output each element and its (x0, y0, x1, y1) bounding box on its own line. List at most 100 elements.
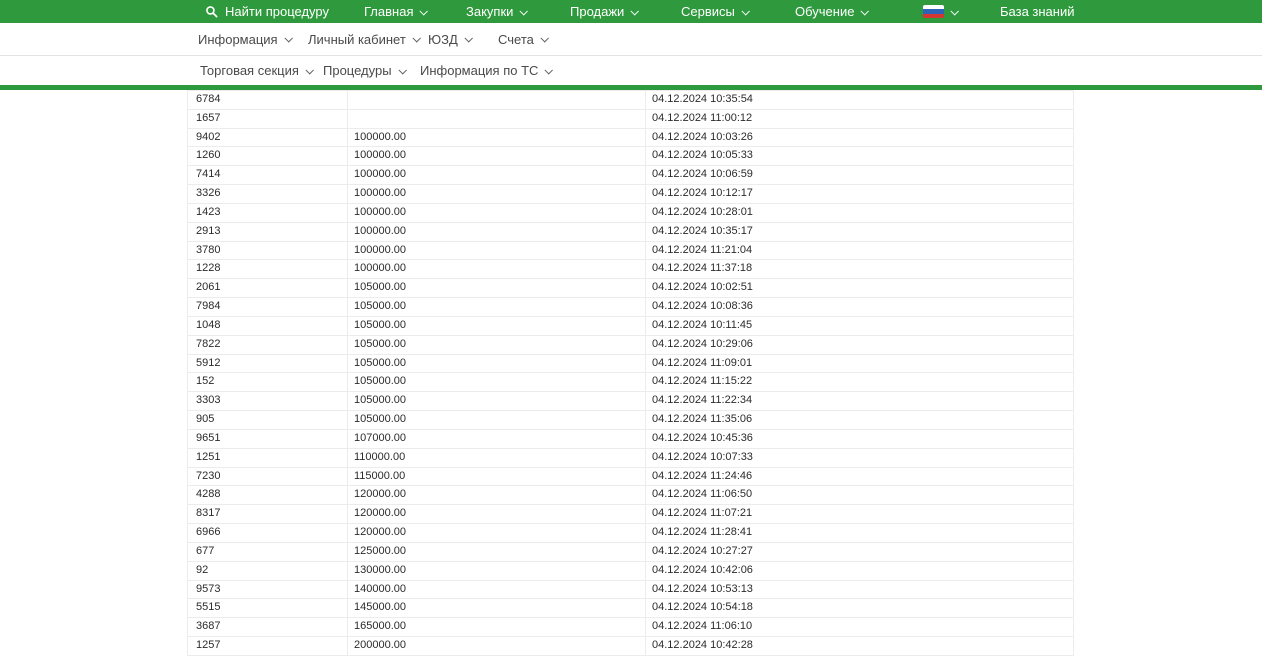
cell-amount: 140000.00 (348, 580, 646, 599)
table-row[interactable]: 8317 120000.00 04.12.2024 11:07:21 (188, 505, 1073, 525)
table-row[interactable]: 1260 100000.00 04.12.2024 10:05:33 (188, 147, 1073, 167)
table-row[interactable]: 3303 105000.00 04.12.2024 11:22:34 (188, 392, 1073, 412)
table-row[interactable]: 92 130000.00 04.12.2024 10:42:06 (188, 561, 1073, 581)
nav-item-education[interactable]: Обучение (795, 0, 870, 23)
chevron-down-icon (741, 6, 750, 16)
cell-amount: 105000.00 (348, 392, 646, 411)
cell-amount: 100000.00 (348, 260, 646, 279)
subnav-item-procedures[interactable]: Процедуры (323, 56, 407, 85)
table-row[interactable]: 6966 120000.00 04.12.2024 11:28:41 (188, 524, 1073, 543)
cell-datetime: 04.12.2024 11:35:06 (652, 413, 753, 426)
table-row[interactable]: 905 105000.00 04.12.2024 11:35:06 (188, 411, 1073, 430)
table-row[interactable]: 9402 100000.00 04.12.2024 10:03:26 (188, 128, 1073, 148)
table-row[interactable]: 1657 04.12.2024 11:00:12 (188, 109, 1073, 129)
cell-id: 3303 (188, 392, 348, 411)
table-row[interactable]: 3326 100000.00 04.12.2024 10:12:17 (188, 185, 1073, 204)
cell-id: 4288 (188, 486, 348, 505)
cell-id: 677 (188, 542, 348, 561)
cell-amount: 105000.00 (348, 411, 646, 429)
russia-flag-icon (923, 5, 944, 18)
table-row[interactable]: 1048 105000.00 04.12.2024 10:11:45 (188, 316, 1073, 336)
cell-datetime: 04.12.2024 11:15:22 (652, 375, 753, 388)
cell-id: 1228 (188, 260, 348, 279)
subnav-item-uzd[interactable]: ЮЗД (428, 23, 473, 55)
table-row[interactable]: 677 125000.00 04.12.2024 10:27:27 (188, 542, 1073, 562)
subnav-item-personal-cabinet[interactable]: Личный кабинет (308, 23, 421, 55)
nav-item-services[interactable]: Сервисы (681, 0, 750, 23)
search-procedure-label: Найти процедуру (225, 4, 329, 19)
table-row[interactable]: 5912 105000.00 04.12.2024 11:09:01 (188, 354, 1073, 374)
cell-datetime: 04.12.2024 10:08:36 (652, 300, 753, 313)
subnav-item-ts-information[interactable]: Информация по ТС (420, 56, 554, 85)
cell-id: 92 (188, 561, 348, 580)
cell-id: 8317 (188, 505, 348, 524)
table-row[interactable]: 4288 120000.00 04.12.2024 11:06:50 (188, 486, 1073, 506)
search-procedure-button[interactable]: Найти процедуру (205, 0, 329, 23)
nav-item-knowledge-base[interactable]: База знаний (1000, 0, 1075, 23)
cell-datetime: 04.12.2024 10:29:06 (652, 337, 753, 350)
cell-datetime: 04.12.2024 10:28:01 (652, 205, 753, 218)
chevron-down-icon (950, 6, 959, 16)
subnav-item-information[interactable]: Информация (198, 23, 293, 55)
cell-id: 7822 (188, 335, 348, 354)
table-row[interactable]: 1423 100000.00 04.12.2024 10:28:01 (188, 203, 1073, 223)
table-row[interactable]: 7414 100000.00 04.12.2024 10:06:59 (188, 166, 1073, 186)
section-navigation-bar: Торговая секция Процедуры Информация по … (0, 56, 1262, 85)
table-row[interactable]: 7230 115000.00 04.12.2024 11:24:46 (188, 467, 1073, 487)
cell-amount: 105000.00 (348, 335, 646, 354)
cell-datetime: 04.12.2024 11:07:21 (652, 507, 753, 520)
table-row[interactable]: 3687 165000.00 04.12.2024 11:06:10 (188, 618, 1073, 638)
table-row[interactable]: 1228 100000.00 04.12.2024 11:37:18 (188, 260, 1073, 280)
cell-amount: 105000.00 (348, 316, 646, 335)
cell-id: 905 (188, 411, 348, 429)
cell-amount (348, 109, 646, 128)
chevron-down-icon (860, 6, 870, 16)
cell-amount: 100000.00 (348, 222, 646, 241)
cell-amount: 200000.00 (348, 637, 646, 655)
cell-datetime: 04.12.2024 10:02:51 (652, 281, 753, 294)
nav-item-purchases[interactable]: Закупки (466, 0, 529, 23)
language-selector[interactable] (923, 0, 959, 23)
table-row[interactable]: 7984 105000.00 04.12.2024 10:08:36 (188, 298, 1073, 317)
cell-datetime: 04.12.2024 11:37:18 (652, 262, 753, 275)
nav-item-sales[interactable]: Продажи (570, 0, 640, 23)
table-body: 6784 04.12.2024 10:35:54 1657 04.12.2024 11… (188, 91, 1073, 656)
cell-id: 3326 (188, 185, 348, 203)
cell-amount: 145000.00 (348, 599, 646, 618)
table-row[interactable]: 2913 100000.00 04.12.2024 10:35:17 (188, 222, 1073, 242)
table-row[interactable]: 3780 100000.00 04.12.2024 11:21:04 (188, 241, 1073, 261)
cell-amount: 100000.00 (348, 241, 646, 260)
cell-id: 7984 (188, 298, 348, 316)
table-row[interactable]: 2061 105000.00 04.12.2024 10:02:51 (188, 279, 1073, 299)
cell-id: 9402 (188, 128, 348, 147)
table-row[interactable]: 9651 107000.00 04.12.2024 10:45:36 (188, 429, 1073, 449)
cell-datetime: 04.12.2024 11:00:12 (652, 111, 753, 124)
cell-id: 1251 (188, 448, 348, 467)
table-row[interactable]: 1251 110000.00 04.12.2024 10:07:33 (188, 448, 1073, 468)
cell-amount: 105000.00 (348, 298, 646, 316)
cell-amount: 120000.00 (348, 505, 646, 524)
nav-item-main[interactable]: Главная (364, 0, 429, 23)
cell-id: 5515 (188, 599, 348, 618)
subnav-item-accounts[interactable]: Счета (498, 23, 549, 55)
table-row[interactable]: 7822 105000.00 04.12.2024 10:29:06 (188, 335, 1073, 355)
account-navigation-bar: Информация Личный кабинет ЮЗД Счета (0, 23, 1262, 56)
cell-amount: 107000.00 (348, 429, 646, 448)
cell-id: 6784 (188, 91, 348, 109)
cell-amount: 100000.00 (348, 166, 646, 185)
table-row[interactable]: 5515 145000.00 04.12.2024 10:54:18 (188, 599, 1073, 619)
table-row[interactable]: 152 105000.00 04.12.2024 11:15:22 (188, 373, 1073, 393)
cell-datetime: 04.12.2024 11:06:10 (652, 620, 753, 633)
table-row[interactable]: 1257 200000.00 04.12.2024 10:42:28 (188, 637, 1073, 656)
table-row[interactable]: 9573 140000.00 04.12.2024 10:53:13 (188, 580, 1073, 600)
cell-amount: 115000.00 (348, 467, 646, 486)
cell-id: 3687 (188, 618, 348, 637)
chevron-down-icon (544, 65, 554, 75)
subnav-item-trading-section[interactable]: Торговая секция (200, 56, 314, 85)
cell-id: 9573 (188, 580, 348, 599)
chevron-down-icon (398, 65, 407, 75)
chevron-down-icon (412, 34, 421, 43)
cell-datetime: 04.12.2024 11:06:50 (652, 488, 753, 501)
table-row[interactable]: 6784 04.12.2024 10:35:54 (188, 91, 1073, 110)
cell-datetime: 04.12.2024 10:07:33 (652, 450, 753, 463)
